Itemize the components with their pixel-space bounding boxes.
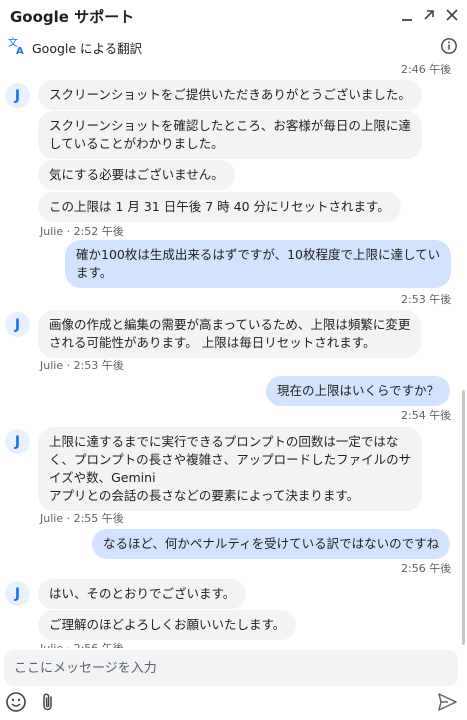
translation-bar: 文 A Google による翻訳 [0, 32, 467, 60]
message-timestamp: 2:56 午後 [401, 562, 452, 575]
agent-message: スクリーンショットをご提供いただきありがとうございました。 [38, 80, 422, 110]
agent-avatar: J [5, 312, 30, 337]
message-timestamp: 2:46 午後 [401, 63, 452, 76]
chat-transcript[interactable]: 2:46 午後 J スクリーンショットをご提供いただきありがとうございました。 … [0, 60, 460, 648]
agent-meta: Julie · 2:53 午後 [40, 359, 124, 372]
minimize-icon[interactable] [396, 2, 418, 28]
agent-message: この上限は 1 月 31 日午後 7 時 40 分にリセットされます。 [38, 192, 401, 222]
attach-icon[interactable] [36, 690, 60, 714]
user-message: なるほど、何かペナルティを受けている訳ではないのですね [92, 529, 451, 559]
agent-message: 上限に達するまでに実行できるプロンプトの回数は一定ではな く、プロンプトの長さや… [38, 427, 423, 511]
message-timestamp: 2:54 午後 [401, 409, 452, 422]
agent-avatar: J [5, 429, 30, 454]
window-title: Google サポート [10, 8, 135, 26]
agent-meta: Julie · 2:55 午後 [40, 512, 124, 525]
message-input[interactable] [14, 650, 444, 686]
info-icon[interactable] [440, 37, 458, 55]
agent-message: ご理解のほどよろしくお願いいたします。 [38, 610, 297, 640]
agent-avatar: J [5, 83, 30, 108]
chat-scrollbar[interactable] [461, 60, 467, 648]
user-message: 現在の上限はいくらですか？ [266, 376, 451, 406]
agent-message: はい、そのとおりでございます。 [38, 579, 247, 609]
title-bar: Google サポート [0, 0, 467, 32]
translation-label: Google による翻訳 [32, 41, 143, 56]
message-timestamp: 2:53 午後 [401, 293, 452, 306]
send-icon[interactable] [435, 690, 459, 714]
agent-meta: Julie · 2:56 午後 [40, 640, 124, 648]
close-icon[interactable] [441, 2, 463, 28]
user-message: 確か100枚は生成出来るはずですが、10枚程度で上限に達してい ます。 [65, 240, 452, 288]
agent-message: 画像の作成と編集の需要が高まっているため、上限は頻繁に変更 される可能性がありま… [38, 310, 422, 358]
message-composer[interactable] [4, 650, 458, 686]
agent-message: スクリーンショットを確認したところ、お客様が毎日の上限に達 していることがわかり… [38, 111, 422, 159]
scrollbar-thumb[interactable] [462, 390, 465, 645]
svg-text:A: A [16, 46, 24, 55]
agent-avatar: J [5, 581, 30, 606]
agent-message: 気にする必要はございません。 [38, 160, 235, 190]
emoji-icon[interactable] [4, 690, 28, 714]
agent-meta: Julie · 2:52 午後 [40, 225, 124, 238]
popout-icon[interactable] [418, 2, 440, 28]
translate-icon: 文 A [8, 35, 26, 57]
